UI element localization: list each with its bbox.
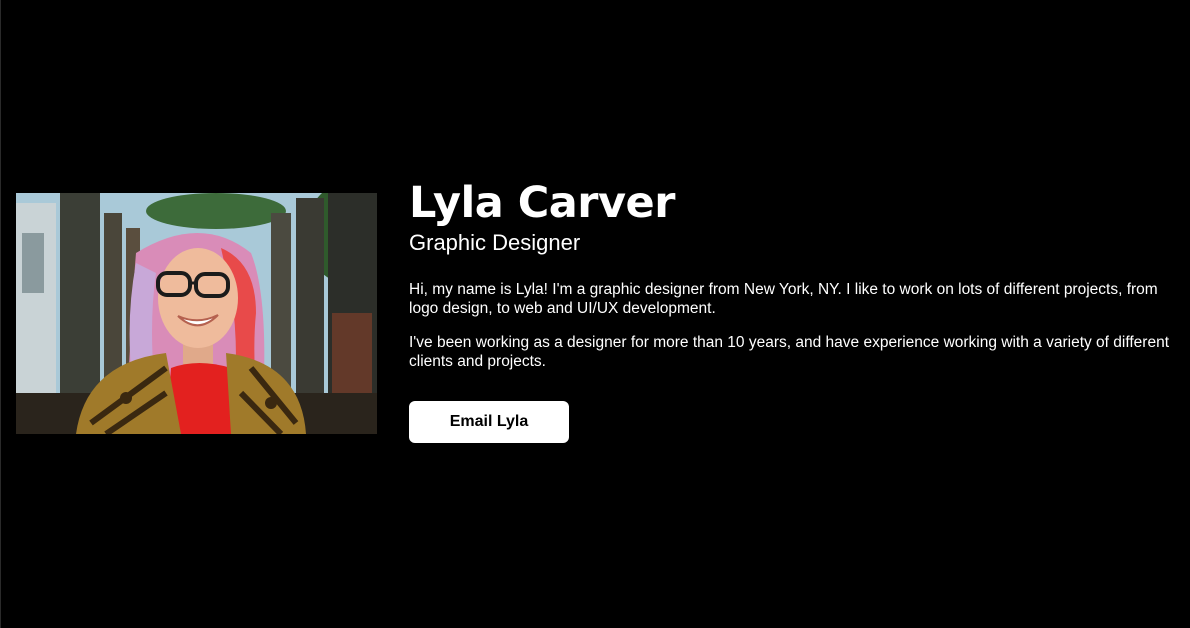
email-button[interactable]: Email Lyla (409, 401, 569, 443)
profile-name: Lyla Carver (409, 178, 675, 228)
profile-card: Lyla Carver Graphic Designer Hi, my name… (16, 180, 1186, 443)
window-edge (0, 0, 1, 628)
profile-role: Graphic Designer (409, 230, 581, 255)
bio-paragraph: I've been working as a designer for more… (409, 334, 1170, 370)
profile-info: Lyla Carver Graphic Designer Hi, my name… (409, 180, 1179, 443)
profile-photo-illustration (16, 193, 377, 434)
profile-photo (16, 193, 377, 434)
bio-paragraph: Hi, my name is Lyla! I'm a graphic desig… (409, 281, 1158, 317)
